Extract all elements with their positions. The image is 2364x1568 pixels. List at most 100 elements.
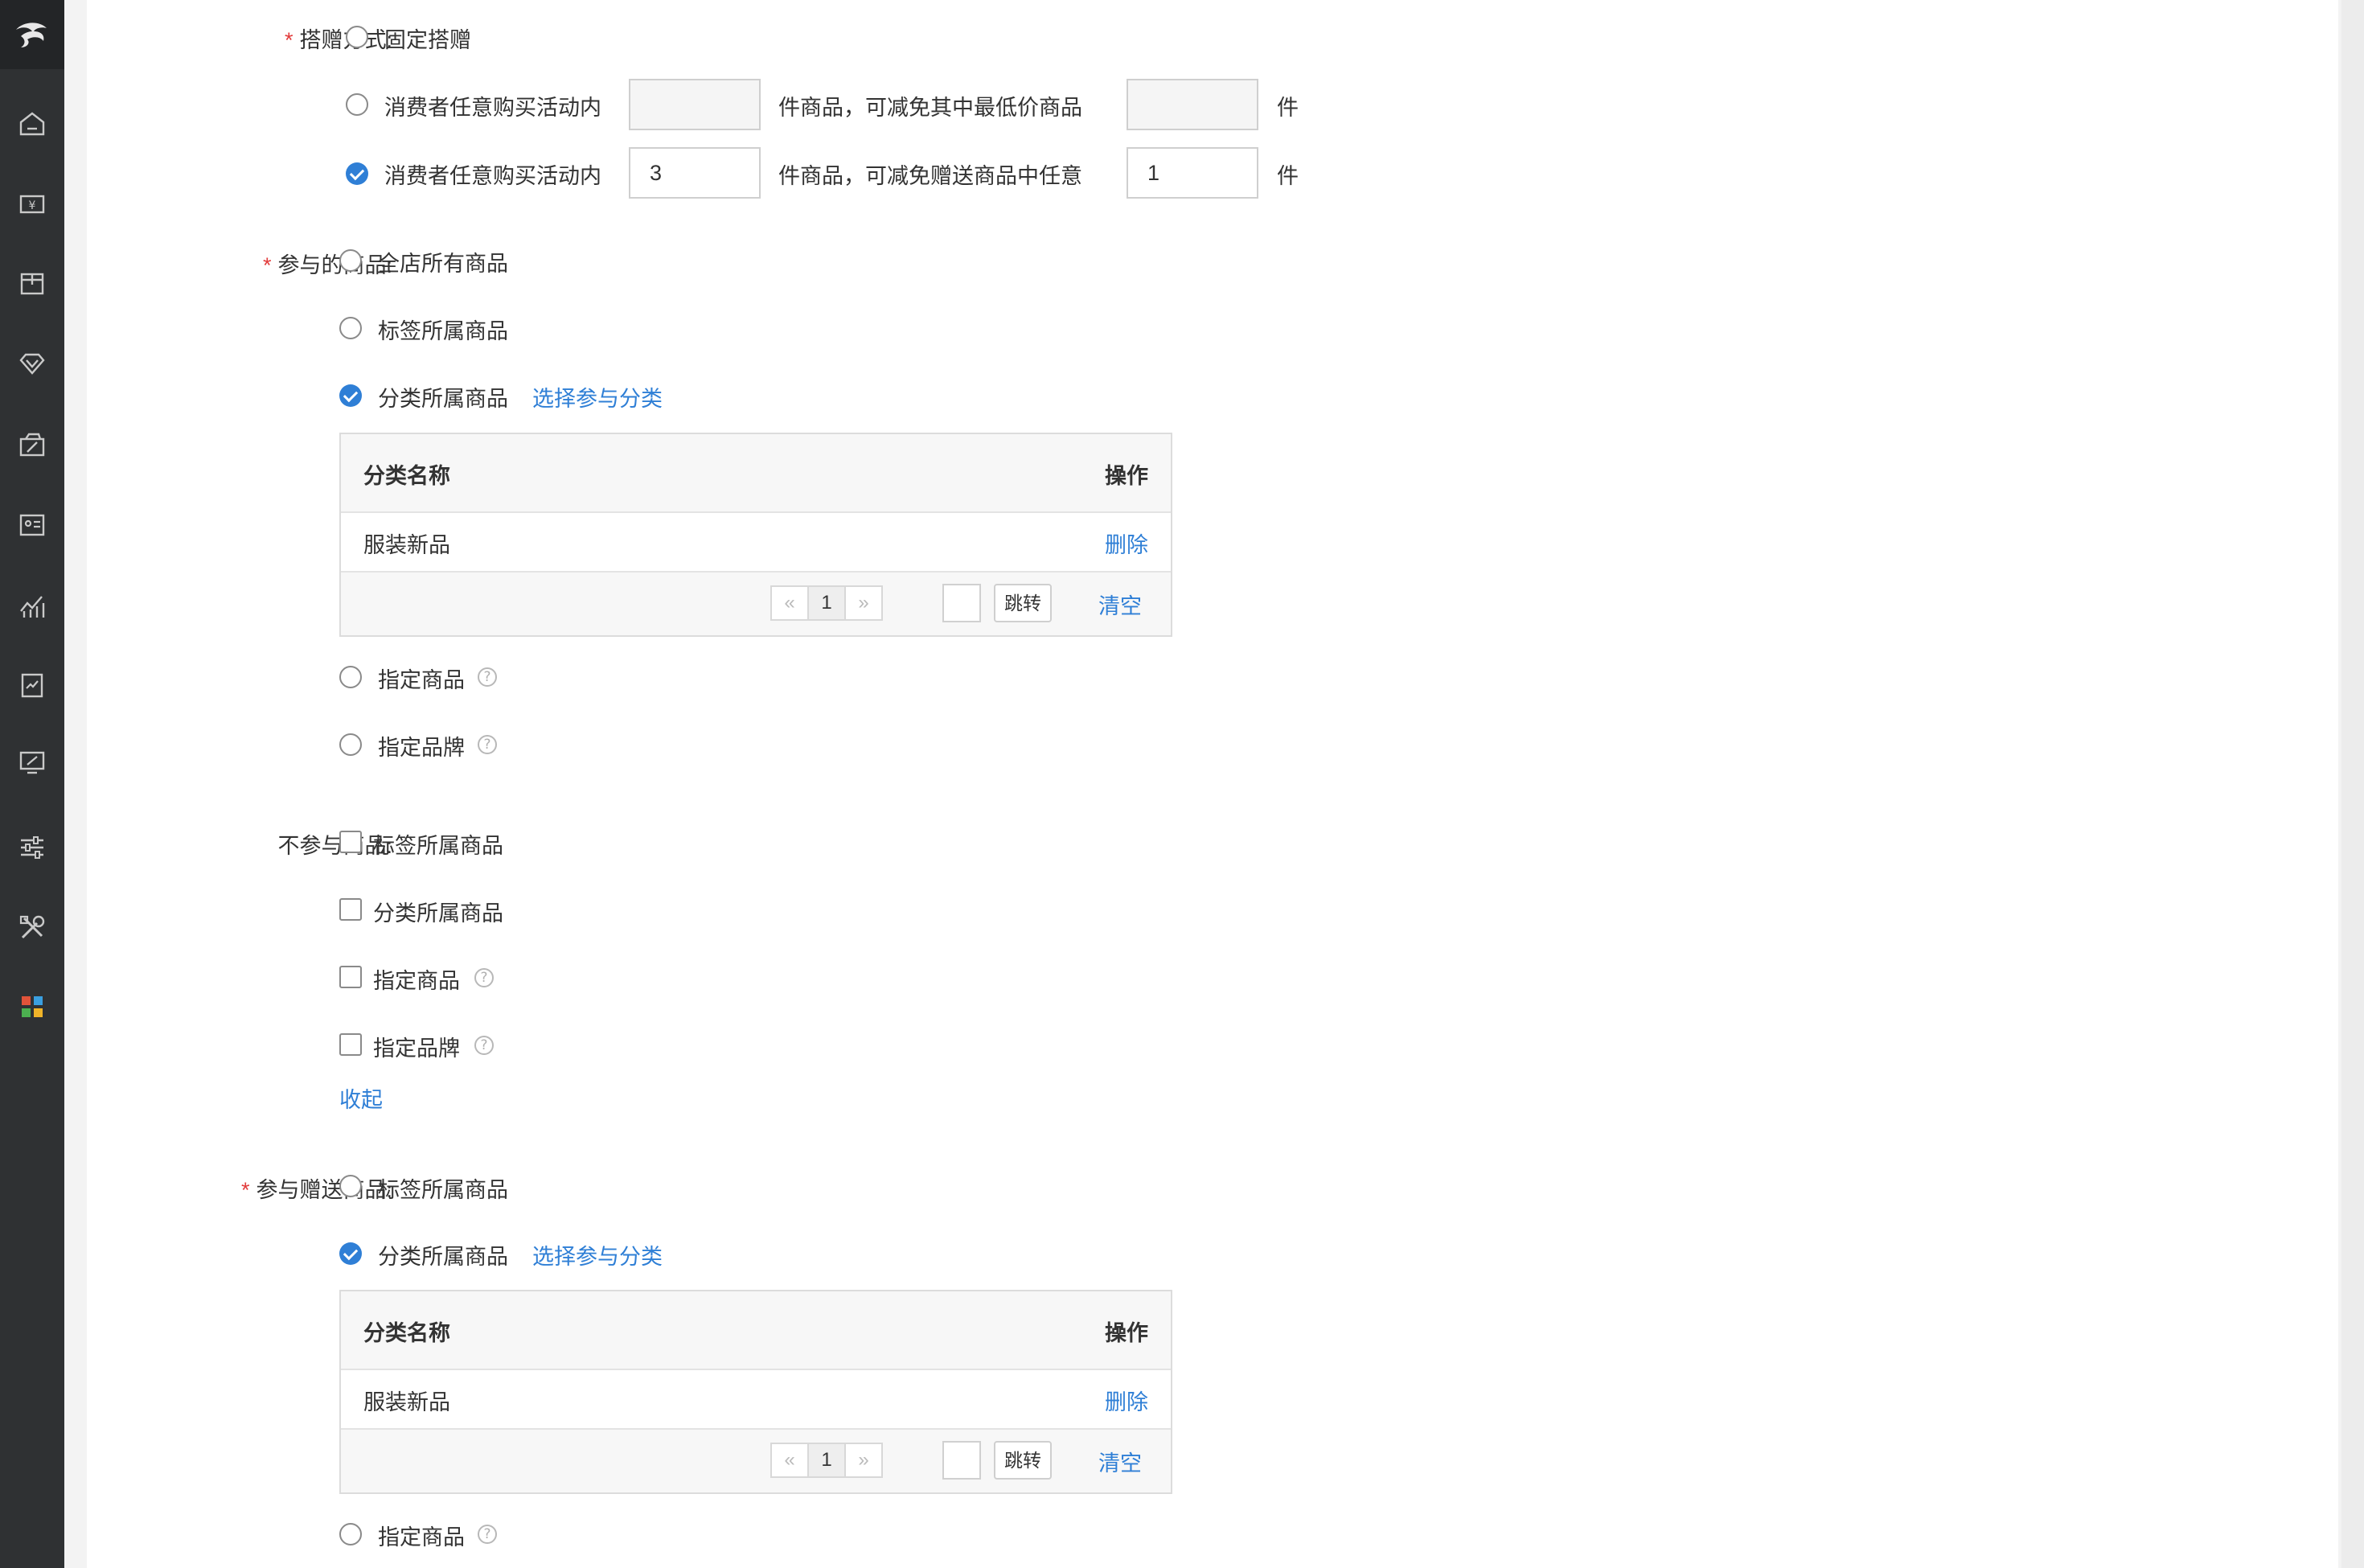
pager-next-button[interactable]: » <box>844 585 883 621</box>
table-pager: « 1 » 跳转 清空 <box>341 1430 1171 1492</box>
pager-page-button[interactable]: 1 <box>807 585 846 621</box>
participating-category-label: 分类所属商品 <box>378 387 508 411</box>
help-icon[interactable]: ? <box>474 968 494 987</box>
table-header: 分类名称 操作 <box>341 434 1171 513</box>
gift-goods-label: * 参与赠送商品: <box>241 1172 392 1204</box>
gift-method-any-free-input[interactable]: 1 <box>1127 147 1258 199</box>
participating-brand-radio[interactable] <box>339 733 362 756</box>
excluded-brand-label: 指定品牌 <box>373 1036 460 1061</box>
monitor-icon[interactable] <box>16 746 48 778</box>
excluded-category-checkbox[interactable] <box>339 898 362 921</box>
participating-tag-radio[interactable] <box>339 317 362 339</box>
gift-method-lowest-radio[interactable] <box>346 93 368 116</box>
participating-goods-label-text: 参与的商品: <box>277 253 392 277</box>
pager-jump-button[interactable]: 跳转 <box>994 1441 1052 1480</box>
excluded-brand-checkbox[interactable] <box>339 1033 362 1056</box>
pager-jump-input[interactable] <box>942 584 981 622</box>
gift-method-any-prefix: 消费者任意购买活动内 <box>384 164 601 188</box>
svg-text:¥: ¥ <box>29 199 36 212</box>
excluded-tag-label: 标签所属商品 <box>373 834 503 858</box>
pager-clear-link[interactable]: 清空 <box>1098 1446 1142 1477</box>
participating-category-radio[interactable] <box>339 384 362 407</box>
excluded-specified-checkbox[interactable] <box>339 966 362 988</box>
table-cell-name: 服装新品 <box>363 1390 450 1414</box>
report-icon[interactable] <box>16 669 48 701</box>
table-row: 服装新品 删除 <box>341 513 1171 573</box>
pager-jump-button[interactable]: 跳转 <box>994 584 1052 622</box>
apps-icon[interactable] <box>16 991 48 1023</box>
table-row: 服装新品 删除 <box>341 1370 1171 1430</box>
excluded-category-label: 分类所属商品 <box>373 901 503 926</box>
help-icon[interactable]: ? <box>478 1525 497 1544</box>
table-pager: « 1 » 跳转 清空 <box>341 573 1171 635</box>
participating-specified-label: 指定商品 <box>378 668 465 692</box>
gift-goods-category-label: 分类所属商品 <box>378 1245 508 1269</box>
diamond-icon[interactable] <box>16 347 48 380</box>
pager-clear-link[interactable]: 清空 <box>1098 589 1142 620</box>
gift-method-fixed-radio[interactable] <box>346 26 368 48</box>
table-header: 分类名称 操作 <box>341 1291 1171 1370</box>
page: ¥ *搭赠 <box>0 0 2364 1568</box>
gift-method-fixed-label: 固定搭赠 <box>384 28 471 52</box>
box-icon[interactable] <box>16 267 48 299</box>
chart-icon[interactable] <box>16 590 48 622</box>
table-header-action: 操作 <box>1105 1321 1148 1345</box>
table-header-name: 分类名称 <box>363 1321 450 1345</box>
gift-goods-tag-label: 标签所属商品 <box>378 1178 508 1202</box>
excluded-specified-label: 指定商品 <box>373 969 460 993</box>
pager-page-button[interactable]: 1 <box>807 1443 846 1478</box>
sliders-icon[interactable] <box>16 831 48 864</box>
excluded-tag-checkbox[interactable] <box>339 831 362 853</box>
form-content: *搭赠方式: 固定搭赠 消费者任意购买活动内 件商品，可减免其中最低价商品 件 … <box>87 0 2338 1568</box>
logo-icon[interactable] <box>0 0 64 69</box>
gift-method-lowest-prefix: 消费者任意购买活动内 <box>384 96 601 120</box>
gift-goods-label-text: 参与赠送商品: <box>256 1178 392 1202</box>
pager-prev-button[interactable]: « <box>770 1443 809 1478</box>
gift-method-lowest-suffix: 件 <box>1277 96 1299 120</box>
gift-method-lowest-middle: 件商品，可减免其中最低价商品 <box>778 96 1082 120</box>
participating-specified-radio[interactable] <box>339 666 362 688</box>
tools-icon[interactable] <box>16 912 48 944</box>
required-mark: * <box>240 1178 250 1202</box>
pager-prev-button[interactable]: « <box>770 585 809 621</box>
participating-brand-label: 指定品牌 <box>378 736 465 760</box>
table-cell-name: 服装新品 <box>363 533 450 557</box>
participating-tag-label: 标签所属商品 <box>378 319 508 343</box>
table-header-action: 操作 <box>1105 464 1148 488</box>
participating-all-radio[interactable] <box>339 249 362 272</box>
gift-goods-specified-label: 指定商品 <box>378 1525 465 1550</box>
contact-card-icon[interactable] <box>16 508 48 540</box>
gift-goods-category-table: 分类名称 操作 服装新品 删除 « 1 » 跳转 清空 <box>339 1290 1172 1494</box>
gift-goods-specified-radio[interactable] <box>339 1523 362 1545</box>
money-icon[interactable]: ¥ <box>16 188 48 220</box>
gift-goods-tag-radio[interactable] <box>339 1175 362 1197</box>
help-icon[interactable]: ? <box>478 735 497 754</box>
pager-jump-input[interactable] <box>942 1441 981 1480</box>
participating-goods-label: * 参与的商品: <box>263 248 392 279</box>
delete-link[interactable]: 删除 <box>1105 527 1148 559</box>
participating-all-label: 全店所有商品 <box>378 252 508 276</box>
gift-method-lowest-qty-input[interactable] <box>629 79 761 130</box>
gift-goods-category-radio[interactable] <box>339 1242 362 1265</box>
gift-goods-select-category-link[interactable]: 选择参与分类 <box>532 1239 663 1270</box>
help-icon[interactable]: ? <box>474 1036 494 1055</box>
coupon-icon[interactable] <box>16 429 48 462</box>
gift-method-any-suffix: 件 <box>1277 164 1299 188</box>
required-mark: * <box>262 253 272 277</box>
gift-method-label: *搭赠方式: <box>285 23 392 54</box>
table-header-name: 分类名称 <box>363 464 450 488</box>
page-scroll-edge[interactable] <box>2341 0 2364 1568</box>
sidebar: ¥ <box>0 0 64 1568</box>
participating-select-category-link[interactable]: 选择参与分类 <box>532 381 663 413</box>
required-mark: * <box>284 28 293 52</box>
help-icon[interactable]: ? <box>478 667 497 687</box>
gift-method-lowest-free-input[interactable] <box>1127 79 1258 130</box>
home-icon[interactable] <box>16 108 48 140</box>
gift-method-any-middle: 件商品，可减免赠送商品中任意 <box>778 164 1082 188</box>
pager-next-button[interactable]: » <box>844 1443 883 1478</box>
collapse-link[interactable]: 收起 <box>339 1082 383 1114</box>
delete-link[interactable]: 删除 <box>1105 1385 1148 1416</box>
gift-method-any-radio[interactable] <box>346 162 368 185</box>
participating-category-table: 分类名称 操作 服装新品 删除 « 1 » 跳转 清空 <box>339 433 1172 637</box>
gift-method-any-qty-input[interactable]: 3 <box>629 147 761 199</box>
